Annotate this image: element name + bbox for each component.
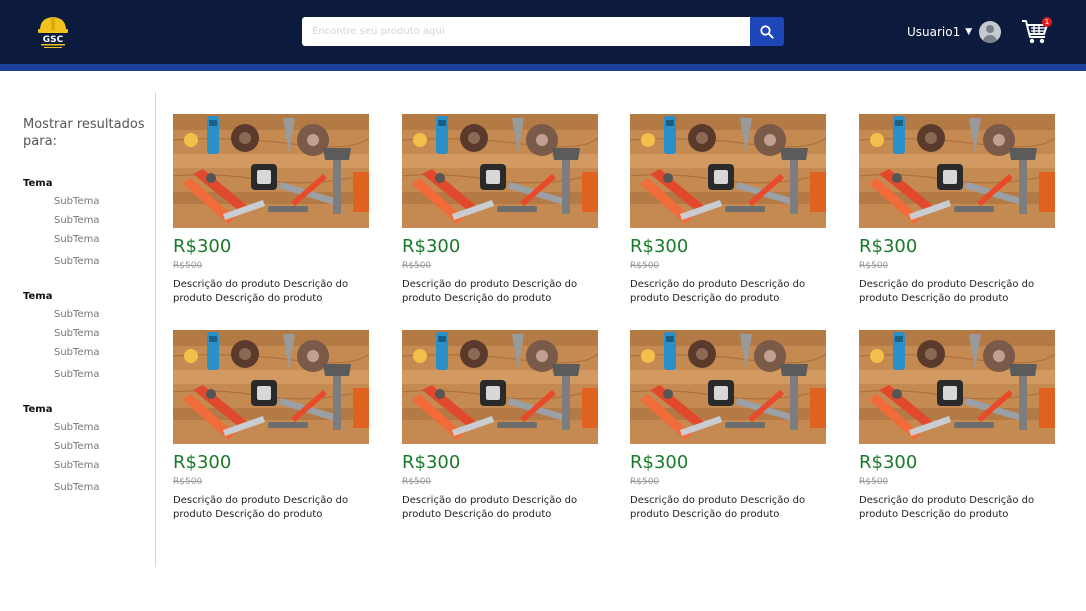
filter-subtopic-link[interactable]: SubTema (54, 324, 148, 343)
cart-button[interactable]: 1 (1020, 17, 1052, 48)
product-card[interactable]: R$300 R$500 Descrição do produto Descriç… (859, 330, 1055, 540)
product-card[interactable]: R$300 R$500 Descrição do produto Descriç… (630, 330, 826, 540)
product-card[interactable]: R$300 R$500 Descrição do produto Descriç… (173, 114, 369, 324)
filter-subtopic-link[interactable]: SubTema (54, 252, 148, 271)
product-old-price: R$500 (173, 477, 203, 487)
filter-subtopic-link[interactable]: SubTema (54, 456, 148, 475)
user-menu[interactable]: Usuario1 ▼ (907, 20, 1002, 44)
filter-group-title: Tema (23, 404, 53, 415)
product-description: Descrição do produto Descrição do produt… (402, 279, 578, 304)
product-price: R$300 (402, 452, 461, 473)
product-image[interactable] (173, 330, 369, 444)
filter-subtopic-link[interactable]: SubTema (54, 478, 148, 497)
chevron-down-icon: ▼ (965, 27, 973, 37)
product-old-price: R$500 (630, 477, 660, 487)
search-input[interactable] (302, 17, 750, 46)
filter-group-title: Tema (23, 291, 53, 302)
filter-subtopic-link[interactable]: SubTema (54, 305, 148, 324)
logo[interactable]: GSC (36, 12, 70, 52)
product-description: Descrição do produto Descrição do produt… (859, 495, 1035, 520)
product-price: R$300 (859, 452, 918, 473)
product-price: R$300 (859, 236, 918, 257)
filter-group: Tema SubTema SubTema SubTema SubTema (23, 291, 148, 384)
product-image[interactable] (402, 114, 598, 228)
product-description: Descrição do produto Descrição do produt… (173, 279, 349, 304)
filter-title: Mostrar resultados para: (23, 117, 145, 149)
product-image[interactable] (402, 330, 598, 444)
logo-text: GSC (43, 35, 64, 45)
filter-subtopic-link[interactable]: SubTema (54, 230, 148, 249)
product-image[interactable] (859, 114, 1055, 228)
product-image[interactable] (173, 114, 369, 228)
filter-subtopic-link[interactable]: SubTema (54, 365, 148, 384)
search-icon (760, 24, 774, 39)
search-bar (302, 17, 784, 46)
filter-sidebar: Mostrar resultados para: Tema SubTema Su… (0, 92, 156, 567)
user-avatar-icon (979, 21, 1002, 43)
search-button[interactable] (750, 17, 784, 46)
cart-count-badge: 1 (1042, 17, 1052, 27)
filter-group: Tema SubTema SubTema SubTema SubTema (23, 178, 148, 271)
filter-subtopic-link[interactable]: SubTema (54, 211, 148, 230)
product-price: R$300 (402, 236, 461, 257)
product-old-price: R$500 (859, 261, 889, 271)
product-old-price: R$500 (630, 261, 660, 271)
top-navbar: GSC Usuario1 ▼ 1 (0, 0, 1086, 64)
product-price: R$300 (173, 452, 232, 473)
product-image[interactable] (630, 114, 826, 228)
product-description: Descrição do produto Descrição do produt… (173, 495, 349, 520)
user-name: Usuario1 (907, 25, 961, 39)
product-description: Descrição do produto Descrição do produt… (859, 279, 1035, 304)
product-price: R$300 (630, 236, 689, 257)
product-old-price: R$500 (402, 477, 432, 487)
product-price: R$300 (630, 452, 689, 473)
product-description: Descrição do produto Descrição do produt… (630, 279, 806, 304)
header-accent-stripe (0, 64, 1086, 71)
product-card[interactable]: R$300 R$500 Descrição do produto Descriç… (630, 114, 826, 324)
hard-hat-logo-icon: GSC (38, 17, 68, 48)
product-description: Descrição do produto Descrição do produt… (402, 495, 578, 520)
product-card[interactable]: R$300 R$500 Descrição do produto Descriç… (402, 330, 598, 540)
product-old-price: R$500 (173, 261, 203, 271)
product-image[interactable] (630, 330, 826, 444)
filter-subtopic-link[interactable]: SubTema (54, 437, 148, 456)
product-card[interactable]: R$300 R$500 Descrição do produto Descriç… (173, 330, 369, 540)
filter-group-title: Tema (23, 178, 53, 189)
product-old-price: R$500 (402, 261, 432, 271)
product-card[interactable]: R$300 R$500 Descrição do produto Descriç… (402, 114, 598, 324)
product-description: Descrição do produto Descrição do produt… (630, 495, 806, 520)
product-price: R$300 (173, 236, 232, 257)
product-image[interactable] (859, 330, 1055, 444)
filter-subtopic-link[interactable]: SubTema (54, 192, 148, 211)
product-card[interactable]: R$300 R$500 Descrição do produto Descriç… (859, 114, 1055, 324)
filter-subtopic-link[interactable]: SubTema (54, 418, 148, 437)
product-old-price: R$500 (859, 477, 889, 487)
filter-subtopic-link[interactable]: SubTema (54, 343, 148, 362)
filter-group: Tema SubTema SubTema SubTema SubTema (23, 404, 148, 497)
